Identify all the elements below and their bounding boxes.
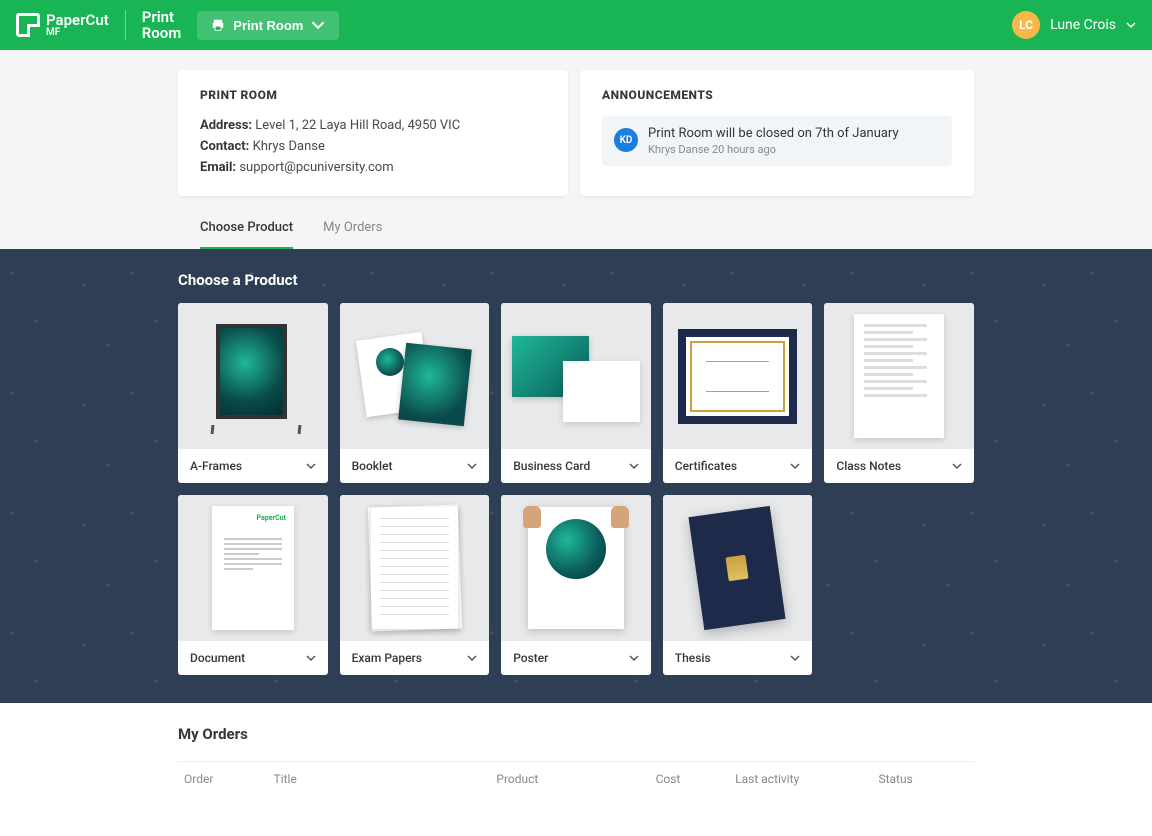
col-cost[interactable]: Cost (656, 772, 736, 786)
orders-table: Order Title Product Cost Last activity S… (178, 761, 974, 796)
announcements-title: ANNOUNCEMENTS (602, 88, 952, 102)
product-thumbnail (663, 495, 813, 641)
tab-my-orders[interactable]: My Orders (323, 208, 382, 249)
product-label-row: A-Frames (178, 449, 328, 483)
product-name: Thesis (675, 651, 711, 665)
product-business-card[interactable]: Business Card (501, 303, 651, 483)
brand-name: PaperCut (46, 13, 109, 28)
main-tabs: Choose Product My Orders (178, 208, 974, 249)
user-menu[interactable]: LC Lune Crois (1012, 11, 1136, 39)
product-booklet[interactable]: Booklet (340, 303, 490, 483)
col-status[interactable]: Status (878, 772, 974, 786)
info-cards-row: PRINT ROOM Address: Level 1, 22 Laya Hil… (178, 50, 974, 208)
printer-icon (211, 18, 225, 32)
product-name: Booklet (352, 459, 393, 473)
product-thumbnail (501, 495, 651, 641)
product-label-row: Thesis (663, 641, 813, 675)
announcements-card: ANNOUNCEMENTS KD Print Room will be clos… (580, 70, 974, 196)
product-exam-papers[interactable]: Exam Papers (340, 495, 490, 675)
product-label-row: Poster (501, 641, 651, 675)
product-name: Certificates (675, 459, 737, 473)
brand-text: PaperCut MF (46, 13, 109, 38)
product-thumbnail: PaperCut (178, 495, 328, 641)
tab-choose-product[interactable]: Choose Product (200, 208, 293, 249)
product-name: Class Notes (836, 459, 901, 473)
chevron-down-icon (629, 653, 639, 663)
print-room-selector[interactable]: Print Room (197, 11, 339, 40)
papercut-icon (16, 13, 40, 37)
app-title: Print Room (142, 9, 182, 42)
product-label-row: Business Card (501, 449, 651, 483)
room-card-title: PRINT ROOM (200, 88, 546, 102)
product-certificates[interactable]: Certificates (663, 303, 813, 483)
products-title: Choose a Product (178, 271, 974, 289)
product-label-row: Document (178, 641, 328, 675)
product-label-row: Booklet (340, 449, 490, 483)
announcement-meta: Khrys Danse 20 hours ago (648, 143, 899, 156)
chevron-down-icon (306, 461, 316, 471)
product-name: Exam Papers (352, 651, 422, 665)
chevron-down-icon (790, 653, 800, 663)
room-contact: Contact: Khrys Danse (200, 137, 546, 158)
chevron-down-icon (790, 461, 800, 471)
chevron-down-icon (952, 461, 962, 471)
col-product[interactable]: Product (496, 772, 655, 786)
product-label-row: Certificates (663, 449, 813, 483)
chevron-down-icon (306, 653, 316, 663)
announcement-text: Print Room will be closed on 7th of Janu… (648, 126, 899, 141)
product-document[interactable]: PaperCut Document (178, 495, 328, 675)
chevron-down-icon (311, 18, 325, 32)
announcement-avatar: KD (614, 128, 638, 152)
col-title[interactable]: Title (274, 772, 497, 786)
logo-divider (125, 10, 126, 40)
product-thumbnail (340, 303, 490, 449)
product-thumbnail (340, 495, 490, 641)
product-thumbnail (663, 303, 813, 449)
product-a-frames[interactable]: A-Frames (178, 303, 328, 483)
product-thesis[interactable]: Thesis (663, 495, 813, 675)
product-name: Document (190, 651, 245, 665)
product-poster[interactable]: Poster (501, 495, 651, 675)
chevron-down-icon (1126, 20, 1136, 30)
product-thumbnail (178, 303, 328, 449)
products-section: Choose a Product A-Frames Booklet (0, 249, 1152, 703)
orders-table-header: Order Title Product Cost Last activity S… (178, 761, 974, 796)
product-label-row: Exam Papers (340, 641, 490, 675)
brand-logo: PaperCut MF (16, 13, 109, 38)
announcement-body: Print Room will be closed on 7th of Janu… (648, 126, 899, 156)
app-header: PaperCut MF Print Room Print Room LC Lun… (0, 0, 1152, 50)
products-grid: A-Frames Booklet Business Card (178, 303, 974, 675)
product-name: Business Card (513, 459, 590, 473)
chevron-down-icon (629, 461, 639, 471)
announcement-item[interactable]: KD Print Room will be closed on 7th of J… (602, 116, 952, 166)
chevron-down-icon (467, 653, 477, 663)
room-button-label: Print Room (233, 18, 303, 33)
orders-section: My Orders Order Title Product Cost Last … (0, 703, 1152, 836)
product-thumbnail (824, 303, 974, 449)
print-room-card: PRINT ROOM Address: Level 1, 22 Laya Hil… (178, 70, 568, 196)
product-class-notes[interactable]: Class Notes (824, 303, 974, 483)
user-name: Lune Crois (1050, 17, 1116, 33)
chevron-down-icon (467, 461, 477, 471)
header-left: PaperCut MF Print Room Print Room (16, 9, 339, 42)
room-email: Email: support@pcuniversity.com (200, 158, 546, 179)
room-address: Address: Level 1, 22 Laya Hill Road, 495… (200, 116, 546, 137)
brand-sub: MF (46, 28, 109, 38)
orders-title: My Orders (178, 725, 974, 743)
col-order[interactable]: Order (178, 772, 274, 786)
product-name: Poster (513, 651, 548, 665)
product-name: A-Frames (190, 459, 242, 473)
product-thumbnail (501, 303, 651, 449)
product-label-row: Class Notes (824, 449, 974, 483)
col-activity[interactable]: Last activity (735, 772, 878, 786)
user-avatar: LC (1012, 11, 1040, 39)
